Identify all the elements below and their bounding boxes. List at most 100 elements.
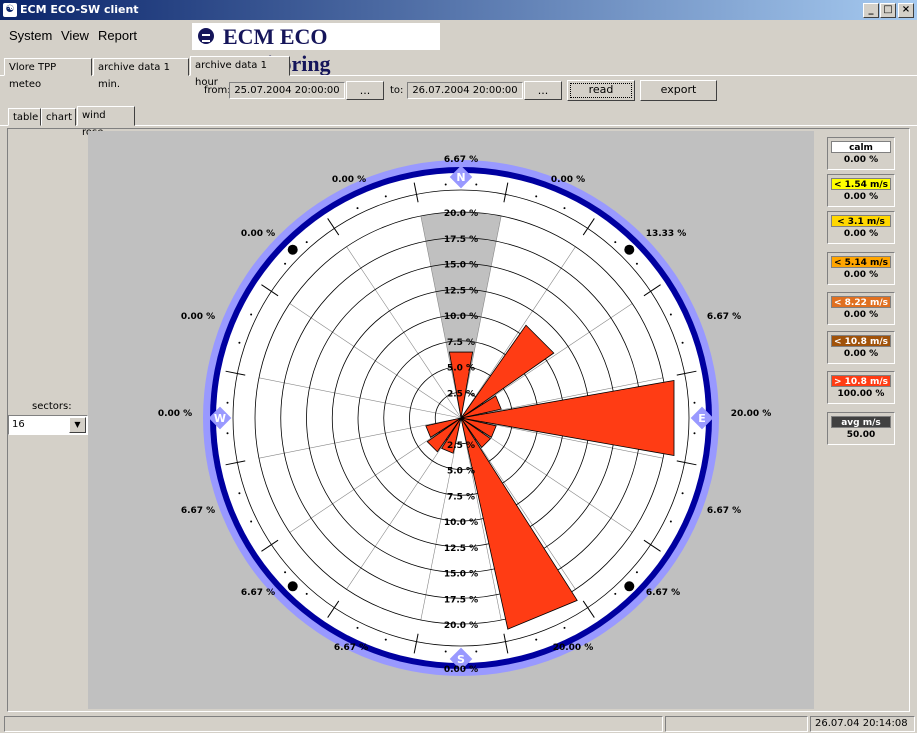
scale-dot <box>563 207 566 210</box>
sector-percent-label: 6.67 % <box>181 506 215 516</box>
legend-swatch: < 3.1 m/s <box>831 215 891 227</box>
legend-item: < 3.1 m/s 0.00 % <box>827 211 895 244</box>
sector-percent-label: 0.00 % <box>551 175 585 185</box>
scale-dot <box>356 207 359 210</box>
legend-value: 0.00 % <box>843 155 879 165</box>
sector-percent-label: 6.67 % <box>334 643 368 653</box>
ring-label: 12.5 % <box>444 286 478 296</box>
scale-dot <box>238 341 241 344</box>
scale-dot <box>681 341 684 344</box>
ring-label: 15.0 % <box>444 261 478 271</box>
diagonal-marker <box>287 244 298 255</box>
scale-dot <box>693 401 696 404</box>
scale-dot <box>305 241 308 244</box>
scale-dot <box>226 432 229 435</box>
scale-dot <box>681 492 684 495</box>
sector-percent-label: 0.00 % <box>158 409 192 419</box>
ring-label: 15.0 % <box>444 570 478 580</box>
status-blank <box>665 716 808 732</box>
ring-label: 7.5 % <box>447 338 475 348</box>
sector-percent-label: 13.33 % <box>646 229 687 239</box>
scale-dot <box>250 313 253 316</box>
ring-label: 20.0 % <box>444 621 478 631</box>
scale-dot <box>693 432 696 435</box>
scale-dot <box>226 401 229 404</box>
compass-W-label: W <box>214 412 226 425</box>
scale-dot <box>635 571 638 574</box>
ring-label: 17.5 % <box>444 595 478 605</box>
legend-value: 100.00 % <box>837 389 885 399</box>
legend-swatch: < 1.54 m/s <box>831 178 891 190</box>
scale-dot <box>614 241 617 244</box>
legend-value: 50.00 <box>846 430 876 440</box>
legend-item: calm 0.00 % <box>827 137 895 170</box>
legend-swatch: < 10.8 m/s <box>831 335 891 347</box>
diagonal-marker <box>624 244 635 255</box>
legend-swatch: calm <box>831 141 891 153</box>
legend-item: < 5.14 m/s 0.00 % <box>827 252 895 285</box>
sector-percent-label: 0.00 % <box>444 665 478 675</box>
sector-percent-label: 6.67 % <box>707 506 741 516</box>
compass-E-label: E <box>698 412 706 425</box>
sector-percent-label: 20.00 % <box>731 409 772 419</box>
wind-rose-chart: 2.5 % 2.5 % 5.0 % 5.0 % 7.5 % 7.5 % 10.0 % 10.0… <box>158 155 772 676</box>
status-datetime: 26.07.04 20:14:08 <box>810 716 915 732</box>
legend-value: 0.00 % <box>843 229 879 239</box>
legend-value: 0.00 % <box>843 270 879 280</box>
ring-label: 7.5 % <box>447 492 475 502</box>
legend-swatch: > 10.8 m/s <box>831 375 891 387</box>
legend-value: 0.00 % <box>843 349 879 359</box>
sector-percent-label: 0.00 % <box>181 312 215 322</box>
legend-swatch: < 8.22 m/s <box>831 296 891 308</box>
scale-dot <box>535 638 538 641</box>
scale-dot <box>635 262 638 265</box>
scale-dot <box>284 262 287 265</box>
scale-dot <box>238 492 241 495</box>
legend-item: < 8.22 m/s 0.00 % <box>827 292 895 325</box>
scale-dot <box>444 183 447 186</box>
ring-label: 10.0 % <box>444 518 478 528</box>
legend-value: 0.00 % <box>843 310 879 320</box>
ring-label: 12.5 % <box>444 544 478 554</box>
ring-label: 17.5 % <box>444 235 478 245</box>
ring-label: 5.0 % <box>447 467 475 477</box>
compass-N-label: N <box>456 171 465 184</box>
scale-dot <box>535 195 538 198</box>
legend-swatch: avg m/s <box>831 416 891 428</box>
diagonal-marker <box>624 581 635 592</box>
scale-dot <box>384 195 387 198</box>
sector-percent-label: 0.00 % <box>241 229 275 239</box>
ring-label: 10.0 % <box>444 312 478 322</box>
sector-percent-label: 6.67 % <box>646 588 680 598</box>
sector-percent-label: 6.67 % <box>707 312 741 322</box>
scale-dot <box>563 626 566 629</box>
scale-dot <box>305 592 308 595</box>
scale-dot <box>475 183 478 186</box>
scale-dot <box>475 650 478 653</box>
legend-swatch: < 5.14 m/s <box>831 256 891 268</box>
scale-dot <box>356 626 359 629</box>
sector-percent-label: 6.67 % <box>241 588 275 598</box>
sector-percent-label: 6.67 % <box>444 155 478 165</box>
scale-dot <box>444 650 447 653</box>
scale-dot <box>614 592 617 595</box>
legend-item: < 1.54 m/s 0.00 % <box>827 174 895 207</box>
diagonal-marker <box>287 581 298 592</box>
scale-dot <box>250 520 253 523</box>
ring-label: 20.0 % <box>444 209 478 219</box>
ring-label: 5.0 % <box>447 364 475 374</box>
legend-value: 0.00 % <box>843 192 879 202</box>
ring-label: 2.5 % <box>447 441 475 451</box>
status-main <box>4 716 663 732</box>
sector-percent-label: 20.00 % <box>553 643 594 653</box>
scale-dot <box>669 313 672 316</box>
legend-item: < 10.8 m/s 0.00 % <box>827 331 895 364</box>
legend-item: avg m/s 50.00 <box>827 412 895 445</box>
ring-label: 2.5 % <box>447 389 475 399</box>
scale-dot <box>669 520 672 523</box>
legend-item: > 10.8 m/s 100.00 % <box>827 371 895 404</box>
scale-dot <box>284 571 287 574</box>
scale-dot <box>384 638 387 641</box>
sector-percent-label: 0.00 % <box>332 175 366 185</box>
status-bar: 26.07.04 20:14:08 <box>0 714 917 733</box>
